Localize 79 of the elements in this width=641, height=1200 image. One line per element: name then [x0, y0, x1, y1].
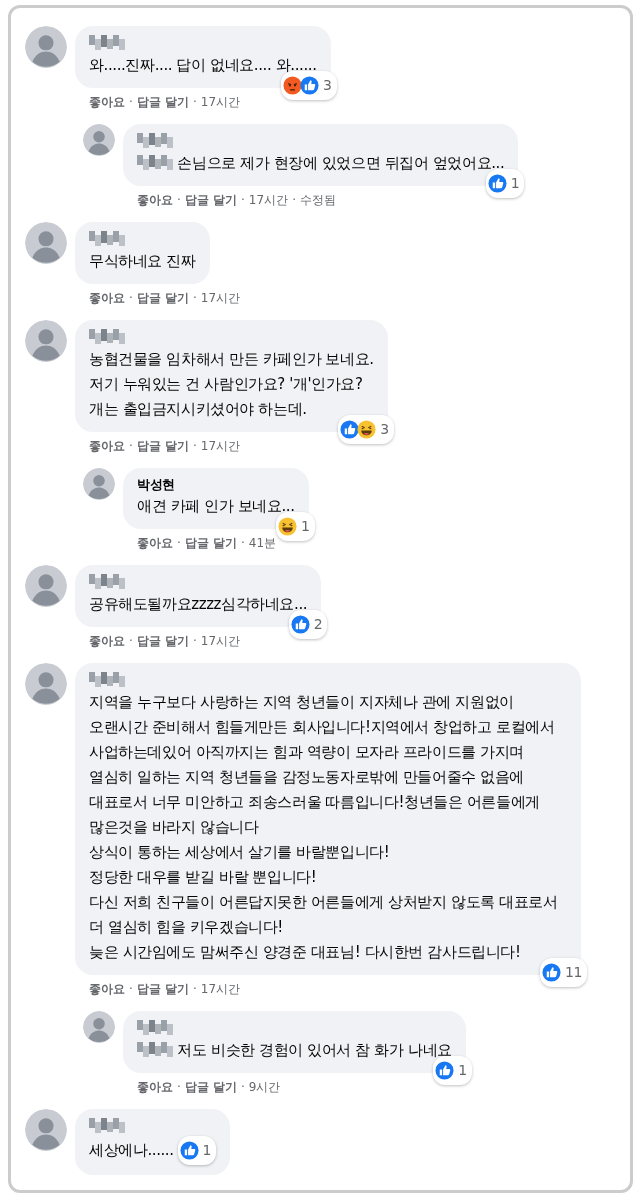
- reply-link[interactable]: 답글 달기: [184, 1080, 237, 1094]
- separator-dot: ·: [129, 95, 133, 109]
- separator-dot: ·: [129, 634, 133, 648]
- reply-link[interactable]: 답글 달기: [184, 536, 237, 550]
- comment-text: 지역을 누구보다 사랑하는 지역 청년들이 지자체나 관에 지원없이 오랜시간 준비해서 힘들게만든 회사입니다!지역에서 창업하고 로컬에서 사업하는데있어 아직까지는 힘과 역량이 모자라 프라이드를 가지며 열심히 일하는 지역 청년들을 감정노동자로밖에 만들어줄수 없음에 대표로서 너무 미안하고 죄송스러울 따름입니다!청년들은 어른들에게 많은것을 바라지 않습니다 상식이 통하는 세상에서 살기를 바랄뿐입니다! 정당한 대우를 받길 바랄 뿐입니다! 다신 저희 친구들이 어른답지못한 어른들에게 상처받지 않도록 대표로서 더 열심히 힘을 키우겠습니다! 늦은 시간임에도 맘써주신 양경준 대표님! 다시한번 감사드립니다!: [89, 693, 559, 961]
- avatar: [83, 468, 115, 500]
- separator-dot: ·: [292, 193, 296, 207]
- like-link[interactable]: 좋아요: [89, 95, 125, 109]
- comment-text: 농협건물을 임차해서 만든 카페인가 보네요. 저기 누워있는 건 사람인가요? '개'인가요? 개는 출입금지시키셨어야 하는데.: [89, 350, 374, 418]
- like-link[interactable]: 좋아요: [89, 982, 125, 996]
- separator-dot: ·: [241, 193, 245, 207]
- like-icon: [435, 1061, 455, 1080]
- avatar: [25, 1109, 67, 1151]
- separator-dot: ·: [177, 536, 181, 550]
- avatar: [25, 663, 67, 705]
- reaction-summary[interactable]: 1: [177, 1136, 217, 1165]
- avatar: [25, 320, 67, 362]
- comment-text: 와.....진짜.... 답이 없네요.... 와......: [89, 56, 317, 74]
- like-icon: [300, 76, 319, 95]
- separator-dot: ·: [193, 291, 197, 305]
- separator-dot: ·: [129, 439, 133, 453]
- separator-dot: ·: [177, 1080, 181, 1094]
- reaction-summary[interactable]: 3: [281, 71, 337, 100]
- like-icon: [487, 174, 507, 193]
- timestamp[interactable]: 17시간: [248, 193, 289, 207]
- reaction-summary[interactable]: 1: [485, 169, 525, 198]
- separator-dot: ·: [193, 95, 197, 109]
- separator-dot: ·: [129, 291, 133, 305]
- laughing-face-icon: [357, 420, 377, 439]
- comment-text: 손님으로 제가 현장에 있었으면 뒤집어 엎었어요...: [177, 154, 505, 172]
- avatar: [83, 1011, 115, 1043]
- comment-text: 애견 카페 인가 보네요...: [137, 497, 295, 515]
- timestamp[interactable]: 17시간: [200, 982, 241, 996]
- like-icon: [290, 615, 310, 634]
- comment-text: 무식하네요 진짜: [89, 252, 196, 270]
- like-link[interactable]: 좋아요: [137, 536, 173, 550]
- separator-dot: ·: [241, 1080, 245, 1094]
- separator-dot: ·: [241, 536, 245, 550]
- reaction-summary[interactable]: 3: [338, 415, 394, 444]
- timestamp[interactable]: 17시간: [200, 291, 241, 305]
- like-icon: [542, 963, 561, 982]
- avatar: [83, 124, 115, 156]
- reaction-summary[interactable]: 1: [433, 1056, 472, 1085]
- like-link[interactable]: 좋아요: [137, 1080, 173, 1094]
- reply-link[interactable]: 답글 달기: [136, 634, 189, 648]
- like-icon: [179, 1141, 199, 1160]
- reaction-summary[interactable]: 1: [276, 512, 315, 541]
- laughing-face-icon: [278, 517, 298, 536]
- separator-dot: ·: [193, 439, 197, 453]
- timestamp[interactable]: 9시간: [248, 1080, 281, 1094]
- separator-dot: ·: [193, 634, 197, 648]
- like-link[interactable]: 좋아요: [89, 634, 125, 648]
- author-name[interactable]: 박성현: [137, 476, 295, 494]
- timestamp[interactable]: 17시간: [200, 439, 241, 453]
- separator-dot: ·: [177, 193, 181, 207]
- reply-link[interactable]: 답글 달기: [136, 982, 189, 996]
- angry-face-icon: [283, 76, 302, 95]
- like-icon: [340, 420, 360, 439]
- reply-link[interactable]: 답글 달기: [184, 193, 237, 207]
- comment-text: 세상에나......: [89, 1141, 174, 1159]
- avatar: [25, 26, 67, 68]
- avatar: [25, 565, 67, 607]
- edited-label: 수정됨: [299, 193, 336, 207]
- reply-link[interactable]: 답글 달기: [136, 291, 189, 305]
- separator-dot: ·: [193, 982, 197, 996]
- like-link[interactable]: 좋아요: [137, 193, 173, 207]
- timestamp[interactable]: 17시간: [200, 634, 241, 648]
- reply-link[interactable]: 답글 달기: [136, 439, 189, 453]
- reaction-summary[interactable]: 2: [288, 610, 328, 639]
- like-link[interactable]: 좋아요: [89, 291, 125, 305]
- timestamp[interactable]: 41분: [248, 536, 277, 550]
- comment-text: 저도 비슷한 경험이 있어서 참 화가 나네요: [177, 1041, 452, 1059]
- timestamp[interactable]: 17시간: [200, 95, 241, 109]
- avatar: [25, 222, 67, 264]
- like-link[interactable]: 좋아요: [89, 439, 125, 453]
- reaction-summary[interactable]: 11: [540, 958, 587, 987]
- reply-link[interactable]: 답글 달기: [136, 95, 189, 109]
- comment-text: 공유해도될까요zzzz심각하네요...: [89, 595, 308, 613]
- separator-dot: ·: [129, 982, 133, 996]
